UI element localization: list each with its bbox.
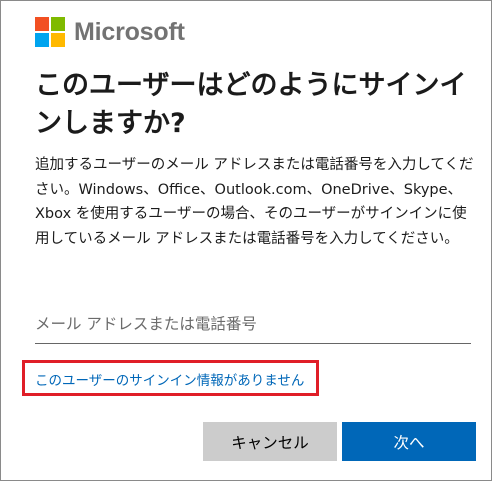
page-title: このユーザーはどのようにサインインしますか?	[35, 70, 467, 139]
logo-square-yellow	[51, 33, 65, 47]
logo-square-red	[35, 17, 49, 31]
microsoft-logo: Microsoft	[35, 17, 185, 47]
logo-square-green	[51, 17, 65, 31]
dialog-window: Microsoft このユーザーはどのようにサインインしますか? 追加するユーザ…	[0, 0, 492, 481]
next-button[interactable]: 次へ	[342, 422, 476, 461]
brand-name: Microsoft	[74, 17, 185, 46]
no-signin-info-link[interactable]: このユーザーのサインイン情報がありません	[35, 369, 304, 389]
email-or-phone-input[interactable]	[35, 305, 471, 344]
microsoft-logo-icon	[35, 17, 65, 47]
cancel-button[interactable]: キャンセル	[203, 422, 337, 461]
instructions-text: 追加するユーザーのメール アドレスまたは電話番号を入力してください。Window…	[35, 157, 474, 247]
logo-square-blue	[35, 33, 49, 47]
